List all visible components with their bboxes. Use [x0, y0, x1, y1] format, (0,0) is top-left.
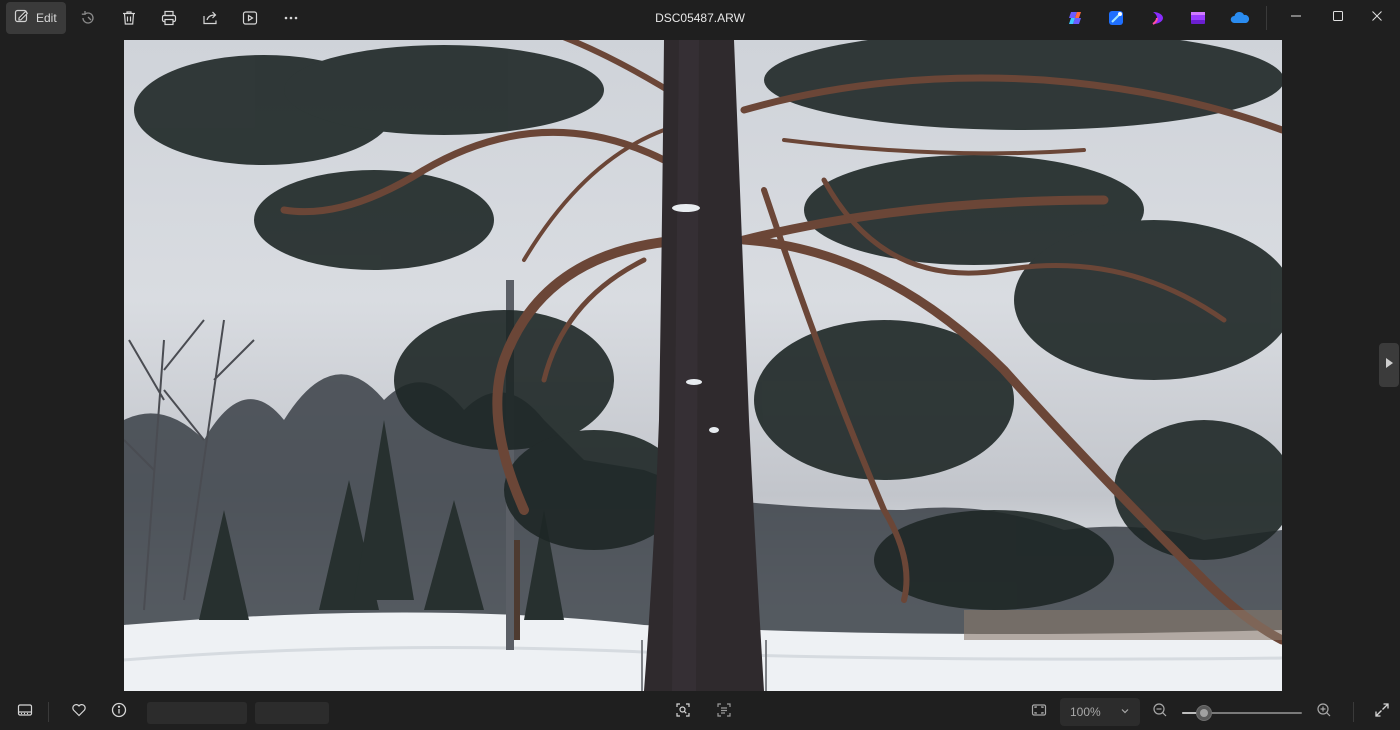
filmstrip-button[interactable]: [11, 698, 39, 726]
edit-icon: [14, 8, 30, 29]
toolbar-divider: [1266, 6, 1267, 30]
divider: [48, 702, 49, 722]
minimize-button[interactable]: [1273, 0, 1319, 36]
rotate-icon: [79, 9, 97, 27]
zoom-out-button[interactable]: [1146, 698, 1174, 726]
copilot-app-icon[interactable]: [1067, 9, 1085, 27]
delete-button[interactable]: [113, 2, 145, 34]
bottom-toolbar: 100%: [0, 694, 1400, 730]
metadata-placeholder-2: [255, 702, 329, 724]
share-icon: [202, 10, 218, 26]
close-button[interactable]: [1354, 0, 1400, 36]
onedrive-app-icon[interactable]: [1230, 9, 1250, 27]
share-button[interactable]: [194, 2, 226, 34]
metadata-placeholder: [147, 702, 247, 724]
rotate-button[interactable]: [72, 2, 104, 34]
fit-to-window-icon: [1031, 702, 1047, 723]
zoom-out-icon: [1152, 702, 1168, 723]
video-app-icon[interactable]: [1189, 9, 1207, 27]
designer-app-icon[interactable]: [1107, 9, 1125, 27]
visual-search-icon: [675, 702, 691, 723]
zoom-in-button[interactable]: [1310, 698, 1338, 726]
delete-icon: [121, 10, 137, 26]
text-extract-icon: [716, 702, 732, 723]
photo-canvas[interactable]: [124, 40, 1282, 691]
minimize-icon: [1290, 9, 1302, 27]
divider: [1353, 702, 1354, 722]
slideshow-button[interactable]: [234, 2, 266, 34]
zoom-level-dropdown[interactable]: 100%: [1060, 698, 1140, 726]
info-icon: [111, 702, 127, 723]
close-icon: [1371, 9, 1383, 27]
maximize-icon: [1332, 9, 1344, 27]
more-button[interactable]: [275, 2, 307, 34]
info-button[interactable]: [105, 698, 133, 726]
chevron-down-icon: [1120, 705, 1130, 719]
print-button[interactable]: [153, 2, 185, 34]
fullscreen-button[interactable]: [1368, 698, 1396, 726]
more-icon: [283, 10, 299, 26]
zoom-in-icon: [1316, 702, 1332, 723]
print-icon: [161, 10, 177, 26]
zoom-level-value: 100%: [1070, 705, 1101, 719]
edit-label: Edit: [36, 11, 57, 25]
chevron-right-icon: [1384, 356, 1394, 374]
photo-content: [124, 40, 1282, 691]
text-extract-button[interactable]: [710, 698, 738, 726]
fit-to-window-button[interactable]: [1025, 698, 1053, 726]
zoom-slider-thumb[interactable]: [1195, 705, 1212, 721]
favorite-icon: [71, 702, 87, 723]
filmstrip-icon: [17, 702, 33, 723]
edit-button[interactable]: Edit: [6, 2, 66, 34]
clipchamp-app-icon[interactable]: [1149, 9, 1167, 27]
favorite-button[interactable]: [65, 698, 93, 726]
zoom-slider[interactable]: [1182, 705, 1302, 721]
slideshow-icon: [242, 10, 258, 26]
visual-search-button[interactable]: [669, 698, 697, 726]
fullscreen-icon: [1374, 702, 1390, 723]
top-toolbar: Edit DSC05487.ARW: [0, 0, 1400, 36]
next-photo-button[interactable]: [1379, 343, 1399, 387]
